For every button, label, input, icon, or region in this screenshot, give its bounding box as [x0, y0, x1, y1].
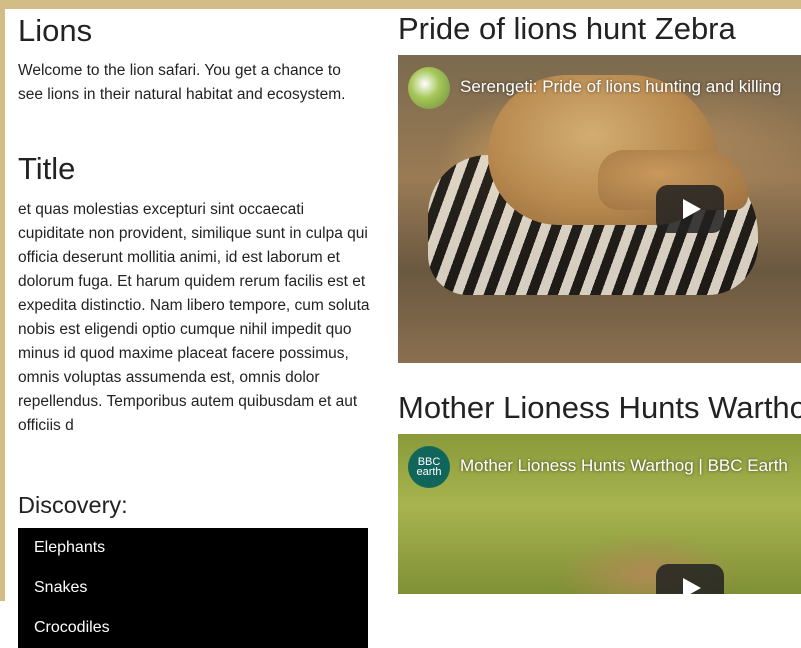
video-heading-zebra: Pride of lions hunt Zebra: [398, 11, 736, 46]
video-player-zebra[interactable]: Serengeti: Pride of lions hunting and ki…: [398, 55, 801, 363]
play-icon: [683, 578, 701, 594]
top-accent-bar: [0, 0, 801, 9]
discovery-heading: Discovery:: [18, 492, 128, 518]
intro-text: Welcome to the lion safari. You get a ch…: [18, 62, 346, 103]
nav-item-snakes[interactable]: Snakes: [18, 568, 368, 608]
video-title[interactable]: Serengeti: Pride of lions hunting and ki…: [460, 77, 781, 97]
section-body-text: et quas molestias excepturi sint occaeca…: [18, 201, 370, 434]
left-column: Lions Welcome to the lion safari. You ge…: [18, 9, 370, 648]
discovery-nav-menu: Elephants Snakes Crocodiles: [18, 528, 368, 648]
left-accent-border: [0, 9, 5, 601]
channel-logo-icon[interactable]: [408, 67, 450, 109]
right-column: Pride of lions hunt Zebra Serengeti: Pri…: [398, 9, 801, 594]
play-button-icon[interactable]: [656, 564, 724, 594]
play-button-icon[interactable]: [656, 185, 724, 233]
nav-item-crocodiles[interactable]: Crocodiles: [18, 608, 368, 648]
nav-item-elephants[interactable]: Elephants: [18, 528, 368, 568]
video-player-warthog[interactable]: BBC earth Mother Lioness Hunts Warthog |…: [398, 434, 801, 594]
video-title[interactable]: Mother Lioness Hunts Warthog | BBC Earth: [460, 456, 788, 476]
play-icon: [683, 199, 701, 219]
bbc-earth-logo-icon[interactable]: BBC earth: [408, 446, 450, 488]
section-title: Title: [18, 151, 76, 186]
video-heading-warthog: Mother Lioness Hunts Warthog: [398, 390, 801, 425]
page-title: Lions: [18, 13, 93, 48]
